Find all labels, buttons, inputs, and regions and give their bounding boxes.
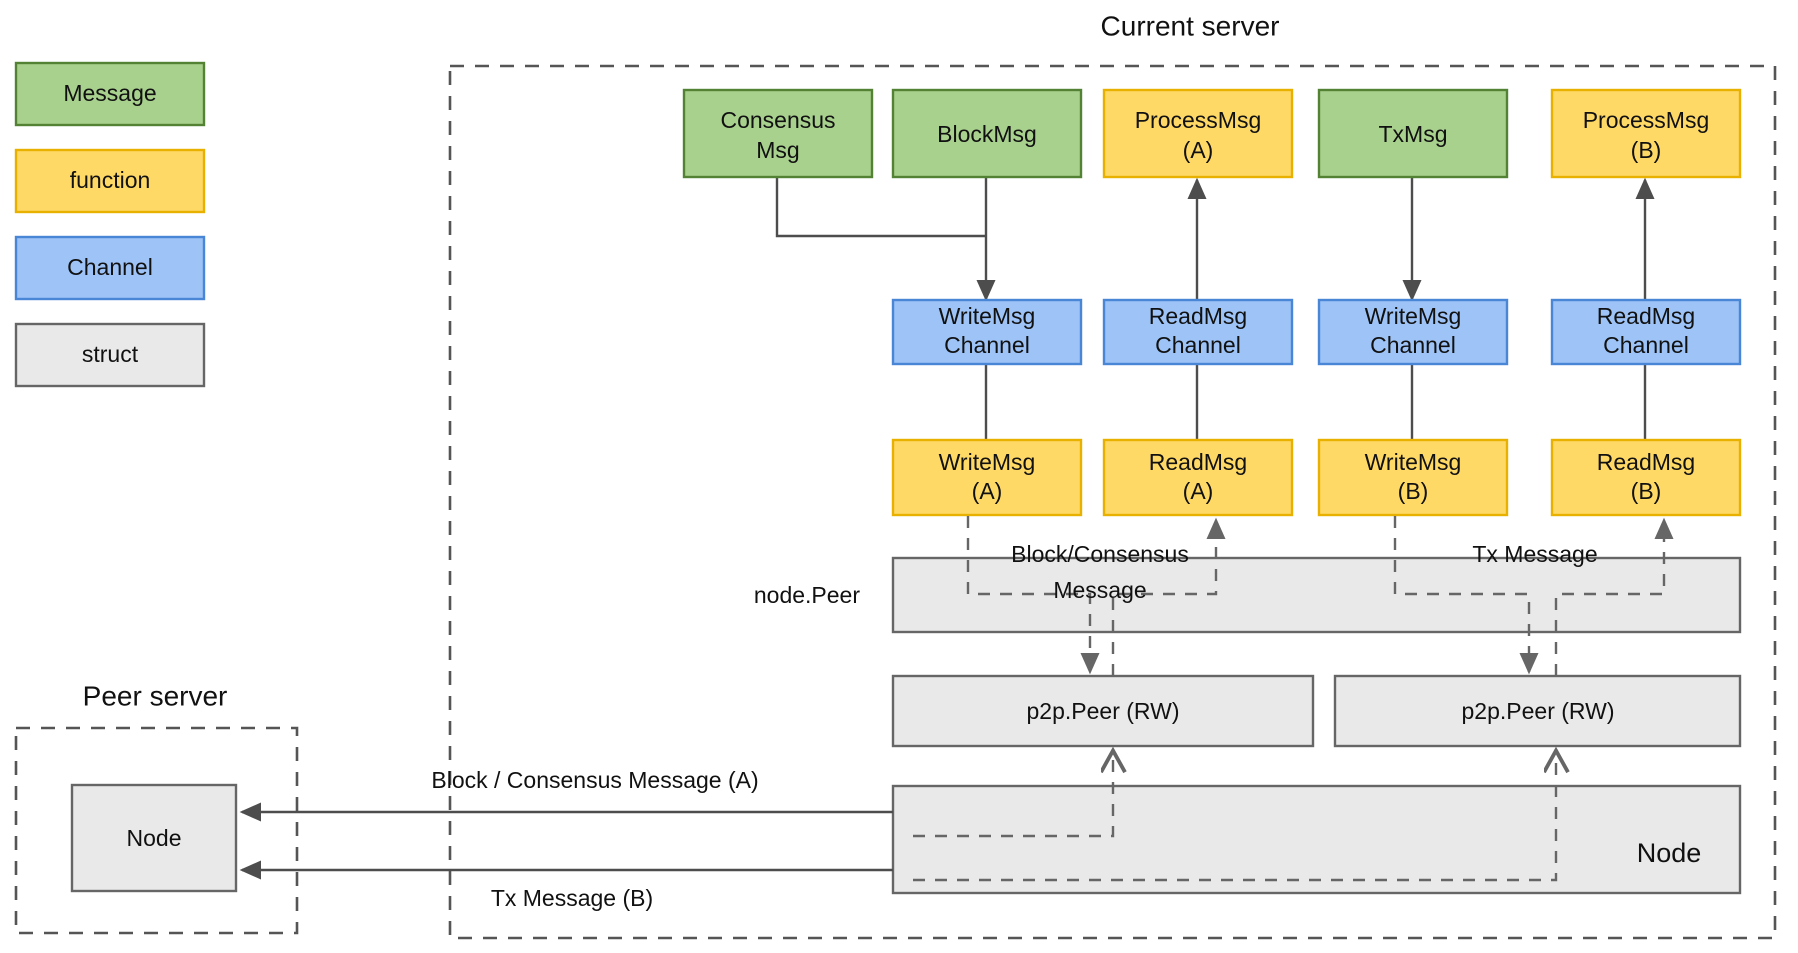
box-write-msg-channel-b: WriteMsg Channel xyxy=(1317,298,1509,366)
legend-item-message: Message xyxy=(14,61,206,127)
read-channel-b-label-line1: ReadMsg xyxy=(1597,303,1695,329)
box-read-msg-channel-a: ReadMsg Channel xyxy=(1102,298,1294,366)
box-p2p-peer-b: p2p.Peer (RW) xyxy=(1333,674,1742,748)
legend-label-struct: struct xyxy=(82,341,139,367)
write-channel-a-label-line2: Channel xyxy=(944,332,1030,358)
p2p-peer-a-label: p2p.Peer (RW) xyxy=(1027,698,1180,724)
box-write-msg-a: WriteMsg (A) xyxy=(891,438,1083,517)
edge-label-block-consensus-line1: Block/Consensus xyxy=(1011,541,1189,567)
process-msg-a-label-line2: (A) xyxy=(1183,137,1214,163)
edge-label-tx-message-b: Tx Message (B) xyxy=(491,885,653,911)
read-channel-a-label-line2: Channel xyxy=(1155,332,1241,358)
write-msg-b-label-line2: (B) xyxy=(1398,478,1429,504)
box-read-msg-a: ReadMsg (A) xyxy=(1102,438,1294,517)
box-p2p-peer-a: p2p.Peer (RW) xyxy=(891,674,1315,748)
box-consensus-msg: Consensus Msg xyxy=(682,88,874,179)
legend-item-function: function xyxy=(14,148,206,214)
box-node-right: Node xyxy=(891,784,1742,895)
architecture-diagram: Current server Peer server Message funct… xyxy=(14,10,1777,940)
node-peer-label: node.Peer xyxy=(754,582,860,608)
write-channel-b-label-line2: Channel xyxy=(1370,332,1456,358)
process-msg-b-label-line1: ProcessMsg xyxy=(1583,107,1710,133)
p2p-peer-b-label: p2p.Peer (RW) xyxy=(1462,698,1615,724)
box-process-msg-b: ProcessMsg (B) xyxy=(1550,88,1742,179)
box-tx-msg: TxMsg xyxy=(1317,88,1509,179)
legend-label-function: function xyxy=(70,167,151,193)
edge-consensusmsg-to-writechannel-a xyxy=(775,177,986,238)
legend: Message function Channel struct xyxy=(14,61,206,388)
process-msg-a-label-line1: ProcessMsg xyxy=(1135,107,1262,133)
diagram-canvas: Current server Peer server Message funct… xyxy=(0,0,1798,953)
write-channel-b-label-line1: WriteMsg xyxy=(1365,303,1462,329)
write-msg-a-label-line2: (A) xyxy=(972,478,1003,504)
box-node-peer-server: Node xyxy=(70,783,238,893)
edge-label-block-consensus-line2: Message xyxy=(1053,577,1146,603)
write-msg-a-label-line1: WriteMsg xyxy=(939,449,1036,475)
read-msg-b-label-line1: ReadMsg xyxy=(1597,449,1695,475)
tx-msg-label: TxMsg xyxy=(1379,121,1448,147)
current-server-title: Current server xyxy=(1101,10,1280,41)
box-read-msg-channel-b: ReadMsg Channel xyxy=(1550,298,1742,366)
write-msg-b-label-line1: WriteMsg xyxy=(1365,449,1462,475)
box-write-msg-b: WriteMsg (B) xyxy=(1317,438,1509,517)
peer-server-node-label: Node xyxy=(127,825,182,851)
legend-item-struct: struct xyxy=(14,322,206,388)
block-msg-label: BlockMsg xyxy=(937,121,1037,147)
edge-label-block-consensus-a: Block / Consensus Message (A) xyxy=(431,767,758,793)
edge-label-tx-message: Tx Message xyxy=(1472,541,1597,567)
legend-item-channel: Channel xyxy=(14,235,206,301)
read-msg-b-label-line2: (B) xyxy=(1631,478,1662,504)
box-process-msg-a: ProcessMsg (A) xyxy=(1102,88,1294,179)
peer-server-title: Peer server xyxy=(83,680,228,711)
legend-label-message: Message xyxy=(63,80,156,106)
box-write-msg-channel-a: WriteMsg Channel xyxy=(891,298,1083,366)
write-channel-a-label-line1: WriteMsg xyxy=(939,303,1036,329)
consensus-msg-label-line2: Msg xyxy=(756,137,799,163)
read-channel-a-label-line1: ReadMsg xyxy=(1149,303,1247,329)
node-right-label: Node xyxy=(1637,838,1702,868)
read-msg-a-label-line2: (A) xyxy=(1183,478,1214,504)
box-block-msg: BlockMsg xyxy=(891,88,1083,179)
process-msg-b-label-line2: (B) xyxy=(1631,137,1662,163)
read-channel-b-label-line2: Channel xyxy=(1603,332,1689,358)
box-read-msg-b: ReadMsg (B) xyxy=(1550,438,1742,517)
legend-label-channel: Channel xyxy=(67,254,153,280)
consensus-msg-label-line1: Consensus xyxy=(720,107,835,133)
read-msg-a-label-line1: ReadMsg xyxy=(1149,449,1247,475)
